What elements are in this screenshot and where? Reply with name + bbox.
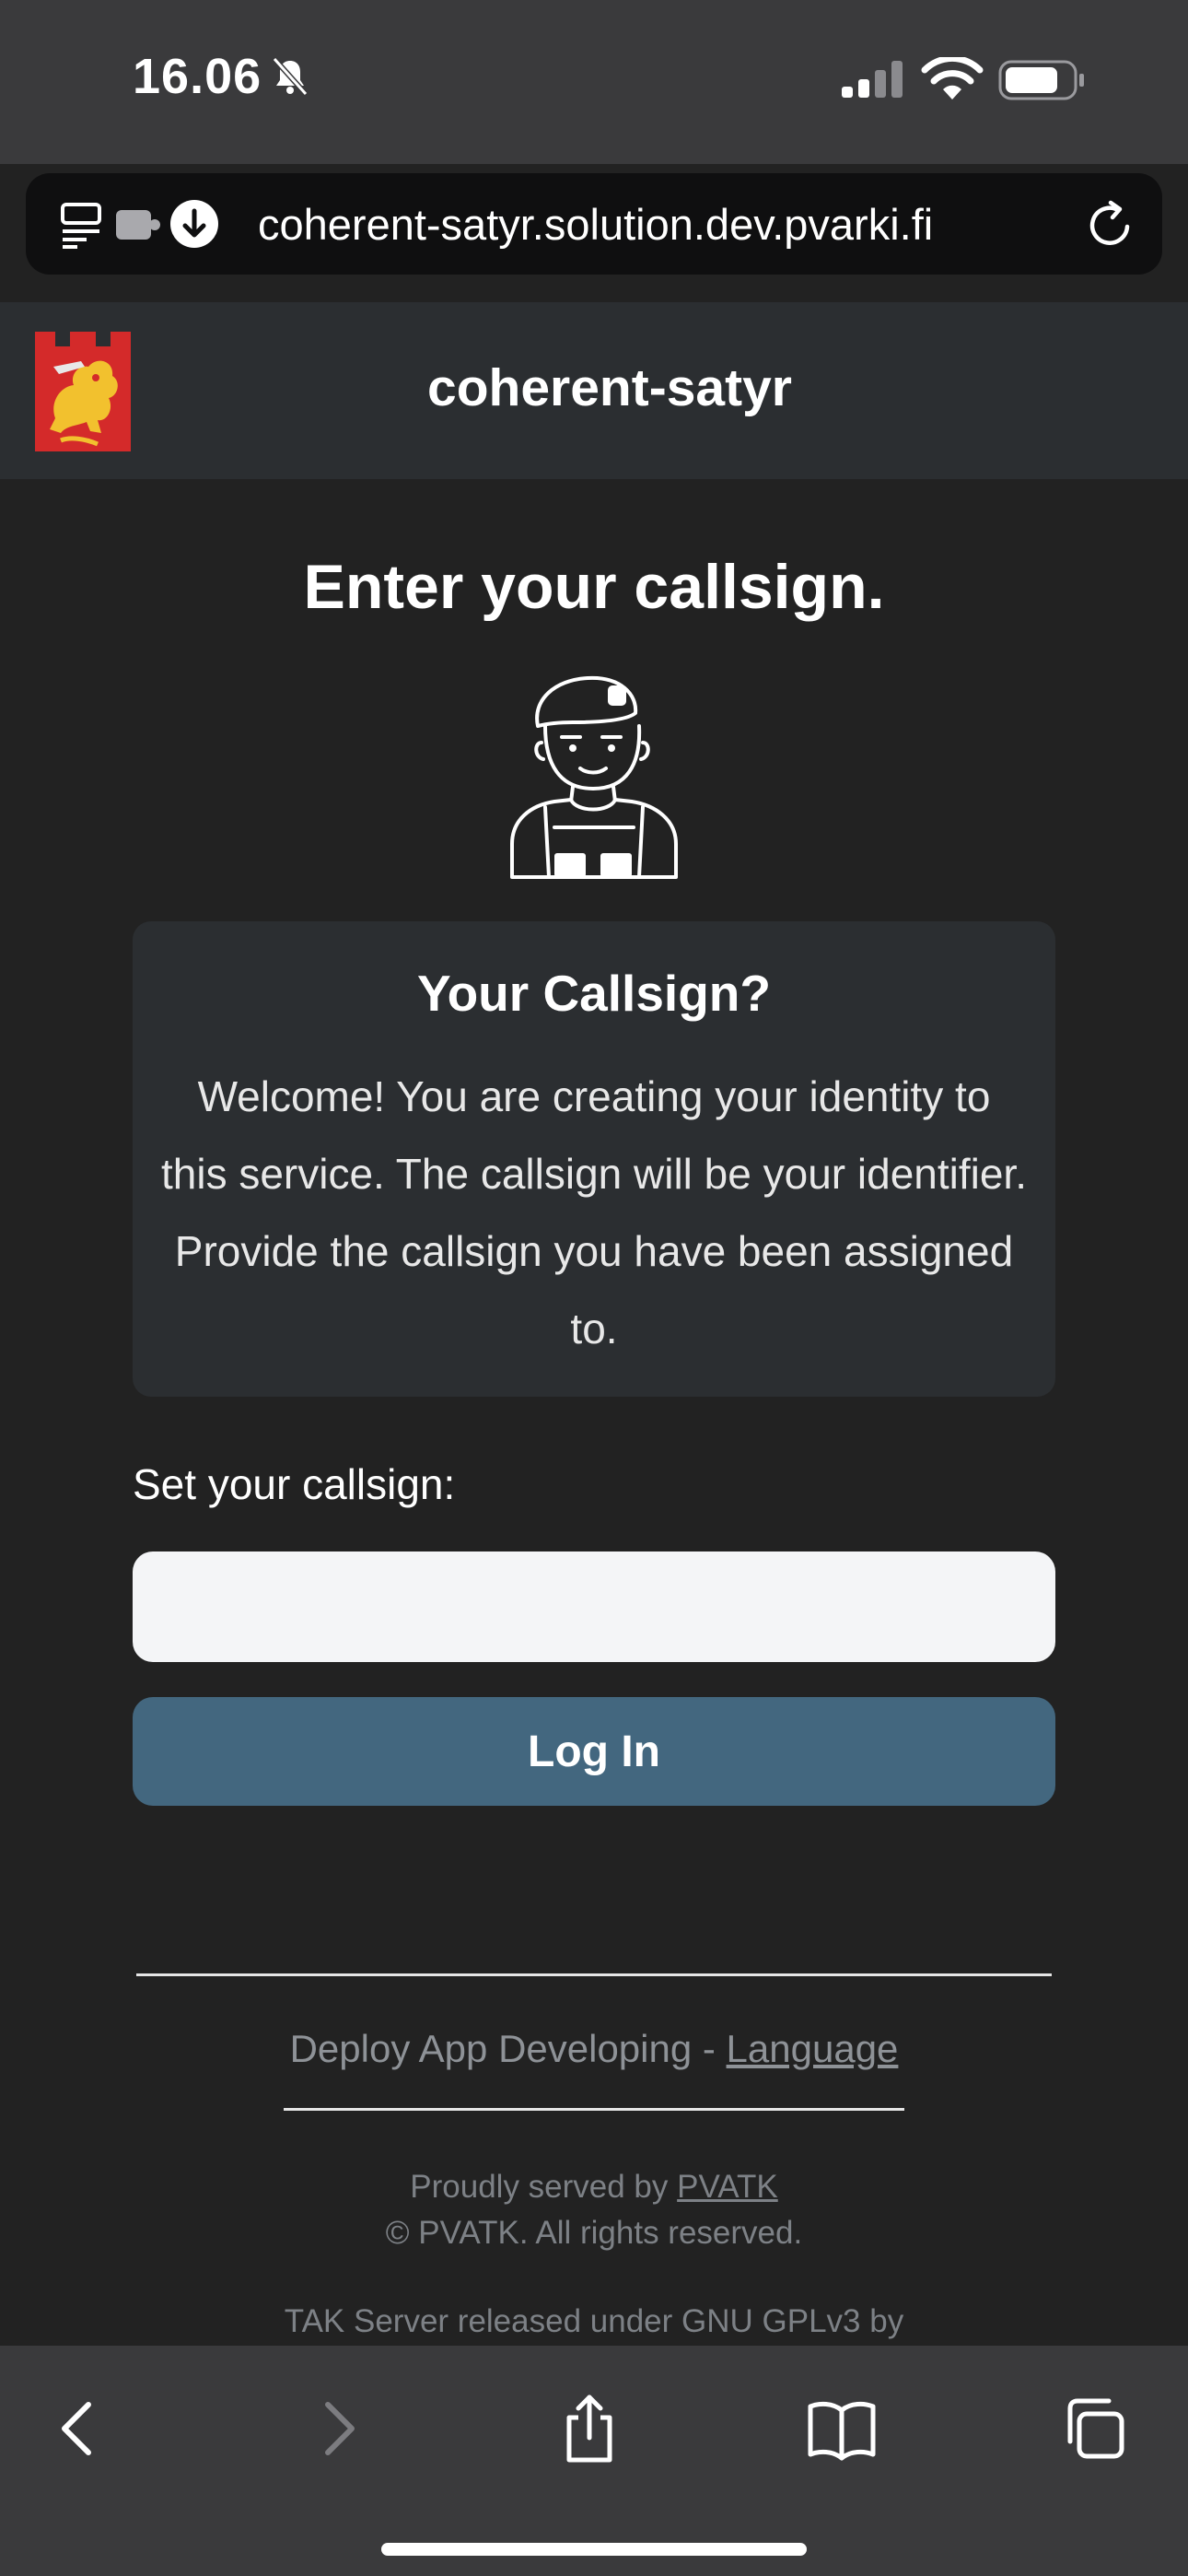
login-button[interactable]: Log In — [133, 1697, 1055, 1806]
site-header: coherent-satyr — [0, 302, 1188, 479]
served-by-line: Proudly served by PVATK — [0, 2169, 1188, 2206]
wifi-icon — [921, 57, 984, 100]
status-time: 16.06 — [133, 49, 262, 104]
footer-divider-short — [284, 2108, 904, 2111]
battery-icon — [998, 60, 1084, 100]
deploy-text: Deploy App Developing - — [289, 2027, 727, 2070]
card-body-text: Welcome! You are creating your identity … — [160, 1072, 1027, 1352]
site-title: coherent-satyr — [427, 358, 792, 417]
home-indicator[interactable] — [381, 2543, 807, 2556]
served-text: Proudly served by — [410, 2169, 678, 2205]
copyright-text: © PVATK. All rights reserved. — [385, 2215, 803, 2251]
tak-license-text: TAK Server released under GNU GPLv3 by — [284, 2303, 904, 2339]
page-title: Enter your callsign. — [303, 552, 885, 622]
info-card: Your Callsign? Welcome! You are creating… — [133, 921, 1055, 1397]
browser-toolbar — [0, 2346, 1188, 2576]
download-icon[interactable] — [169, 199, 219, 249]
soldier-avatar-icon — [510, 675, 678, 879]
reload-icon[interactable] — [1085, 199, 1136, 251]
forward-icon[interactable] — [300, 2392, 374, 2465]
tabs-overview-icon[interactable] — [59, 201, 105, 249]
pvatk-link[interactable]: PVATK — [677, 2169, 778, 2205]
bell-slash-icon — [272, 56, 309, 97]
status-bar: 16.06 — [0, 0, 1188, 164]
url-text[interactable]: coherent-satyr.solution.dev.pvarki.fi — [258, 199, 933, 250]
bookmarks-icon[interactable] — [805, 2392, 879, 2465]
back-icon[interactable] — [42, 2392, 116, 2465]
tabs-icon[interactable] — [1057, 2392, 1131, 2465]
callsign-label: Set your callsign: — [133, 1460, 456, 1508]
signal-icon — [842, 61, 903, 98]
language-link[interactable]: Language — [727, 2027, 899, 2070]
footer-deploy-line: Deploy App Developing - Language — [0, 2027, 1188, 2071]
card-title: Your Callsign? — [416, 965, 771, 1022]
address-bar[interactable]: coherent-satyr.solution.dev.pvarki.fi — [26, 173, 1162, 275]
share-icon[interactable] — [553, 2392, 626, 2465]
callsign-input[interactable] — [133, 1551, 1055, 1662]
footer-divider — [136, 1973, 1052, 1976]
extension-icon[interactable] — [114, 205, 162, 243]
